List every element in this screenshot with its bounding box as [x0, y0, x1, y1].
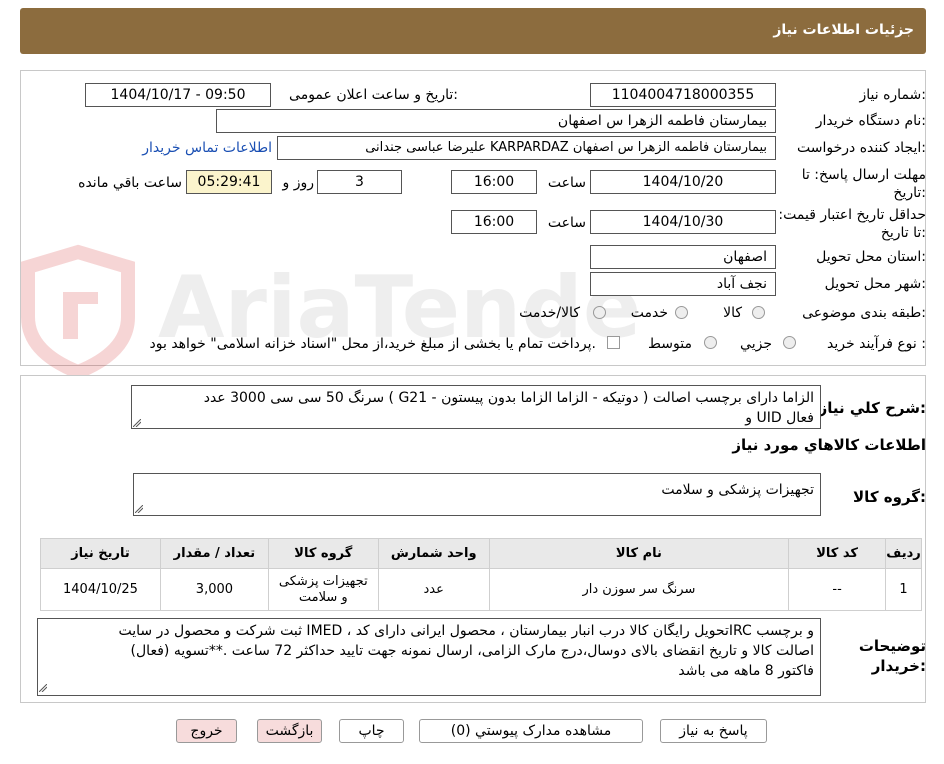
summary-line-1: سرنگ 50 سی سی 3000 عدد ( G21 - دوتیکه - …: [203, 390, 814, 406]
process-type-label: نوع فرآیند خرید :: [827, 336, 926, 352]
buyer-notes-line-1: ثبت شرکت و محصول در سایت IMED ، تحویل را…: [118, 623, 814, 639]
goods-group-label: گروه کالا:: [853, 488, 926, 506]
buyer-org-label: نام دستگاه خریدار:: [815, 113, 926, 129]
remaining-time-field: 05:29:41: [186, 170, 272, 194]
cell-unit: عدد: [377, 568, 490, 611]
buyer-notes-textarea: ثبت شرکت و محصول در سایت IMED ، تحویل را…: [37, 618, 821, 696]
validity-time-label: ساعت: [547, 215, 586, 231]
col-name-header: نام کالا: [488, 538, 790, 569]
send-time-field: 16:00: [451, 170, 537, 194]
category-goods-service-radio[interactable]: [593, 306, 606, 319]
print-button[interactable]: چاپ: [339, 719, 404, 743]
category-service-label: خدمت: [630, 305, 668, 321]
category-service-radio[interactable]: [675, 306, 688, 319]
resize-handle-icon[interactable]: [135, 505, 143, 513]
col-row-header: ردیف: [885, 538, 922, 569]
need-number-field: 1104004718000355: [590, 83, 776, 107]
send-date-field: 1404/10/20: [590, 170, 776, 194]
province-field: اصفهان: [590, 245, 776, 269]
remaining-time-label: ساعت باقي مانده: [78, 175, 182, 191]
buyer-contact-link[interactable]: اطلاعات تماس خریدار: [142, 140, 272, 156]
days-label: روز و: [282, 175, 315, 191]
creator-label: ایجاد کننده درخواست:: [797, 140, 926, 156]
category-goods-label: کالا: [723, 305, 742, 321]
announce-date-field: 1404/10/17 - 09:50: [85, 83, 271, 107]
cell-date: 1404/10/25: [40, 568, 161, 611]
buyer-notes-label: توضیحات خریدار:: [858, 637, 926, 675]
send-time-label: ساعت: [547, 175, 586, 191]
buyer-notes-line-3: فاکتور 8 ماهه می باشد: [678, 663, 814, 679]
col-qty-header: تعداد / مقدار: [159, 538, 269, 569]
goods-group-value: تجهیزات پزشکی و سلامت: [661, 482, 814, 498]
goods-table: ردیف کد کالا نام کالا واحد شمارش گروه کا…: [40, 538, 922, 611]
col-date-header: تاریخ نیاز: [40, 538, 161, 569]
col-code-header: کد کالا: [788, 538, 887, 569]
cell-name: سرنگ سر سوزن دار: [488, 568, 790, 611]
process-small-radio[interactable]: [783, 336, 796, 349]
goods-section-title: اطلاعات کالاهاي مورد نیاز: [732, 436, 926, 454]
cell-qty: 3,000: [159, 568, 269, 611]
summary-line-2: و UID فعال: [745, 410, 814, 426]
validity-date-field: 1404/10/30: [590, 210, 776, 234]
treasury-payment-note: پرداخت تمام یا بخشی از مبلغ خرید،از محل …: [149, 336, 596, 352]
resize-handle-icon[interactable]: [133, 419, 141, 427]
treasury-payment-checkbox[interactable]: [607, 336, 620, 349]
need-number-label: شماره نیاز:: [859, 87, 926, 103]
table-row[interactable]: 1 -- سرنگ سر سوزن دار عدد تجهیزات پزشکی …: [40, 568, 922, 611]
exit-button[interactable]: خروج: [176, 719, 237, 743]
days-field: 3: [317, 170, 402, 194]
creator-field: علیرضا عباسی جندانی KARPARDAZ بیمارستان …: [277, 136, 776, 160]
page-title: جزئیات اطلاعات نیاز: [773, 22, 914, 38]
col-unit-header: واحد شمارش: [377, 538, 490, 569]
buyer-org-field: بیمارستان فاطمه الزهرا س اصفهان: [216, 109, 776, 133]
summary-label: شرح کلي نیاز:: [818, 399, 926, 417]
table-header-row: ردیف کد کالا نام کالا واحد شمارش گروه کا…: [40, 538, 922, 569]
category-label: طبقه بندی موضوعی:: [802, 305, 926, 321]
city-label: شهر محل تحویل:: [824, 276, 926, 292]
view-attachments-button[interactable]: مشاهده مدارک پیوستي (0): [419, 719, 643, 743]
process-medium-label: متوسط: [648, 336, 692, 352]
goods-group-field: تجهیزات پزشکی و سلامت: [133, 473, 821, 516]
col-group-header: گروه کالا: [267, 538, 379, 569]
announce-date-label: تاریخ و ساعت اعلان عمومی:: [289, 87, 458, 103]
category-goods-radio[interactable]: [752, 306, 765, 319]
reply-button[interactable]: پاسخ به نیاز: [660, 719, 767, 743]
process-medium-radio[interactable]: [704, 336, 717, 349]
send-deadline-label: مهلت ارسال پاسخ: تا تاریخ:: [801, 167, 926, 201]
cell-row: 1: [885, 568, 922, 611]
page-header: جزئیات اطلاعات نیاز: [20, 8, 926, 54]
summary-textarea: سرنگ 50 سی سی 3000 عدد ( G21 - دوتیکه - …: [131, 385, 821, 429]
category-goods-service-label: کالا/خدمت: [519, 305, 580, 321]
back-button[interactable]: بازگشت: [257, 719, 322, 743]
process-small-label: جزیي: [740, 336, 772, 352]
resize-handle-icon[interactable]: [39, 684, 47, 692]
validity-label: حداقل تاریخ اعتبار قیمت: تا تاریخ:: [778, 207, 926, 241]
validity-time-field: 16:00: [451, 210, 537, 234]
city-field: نجف آباد: [590, 272, 776, 296]
province-label: استان محل تحویل:: [816, 249, 926, 265]
buyer-notes-line-2: (فعال) اصالت کالا و تاریخ انقضای بالای د…: [130, 643, 814, 659]
cell-code: --: [788, 568, 887, 611]
cell-group: تجهیزات پزشکی و سلامت: [267, 568, 379, 611]
